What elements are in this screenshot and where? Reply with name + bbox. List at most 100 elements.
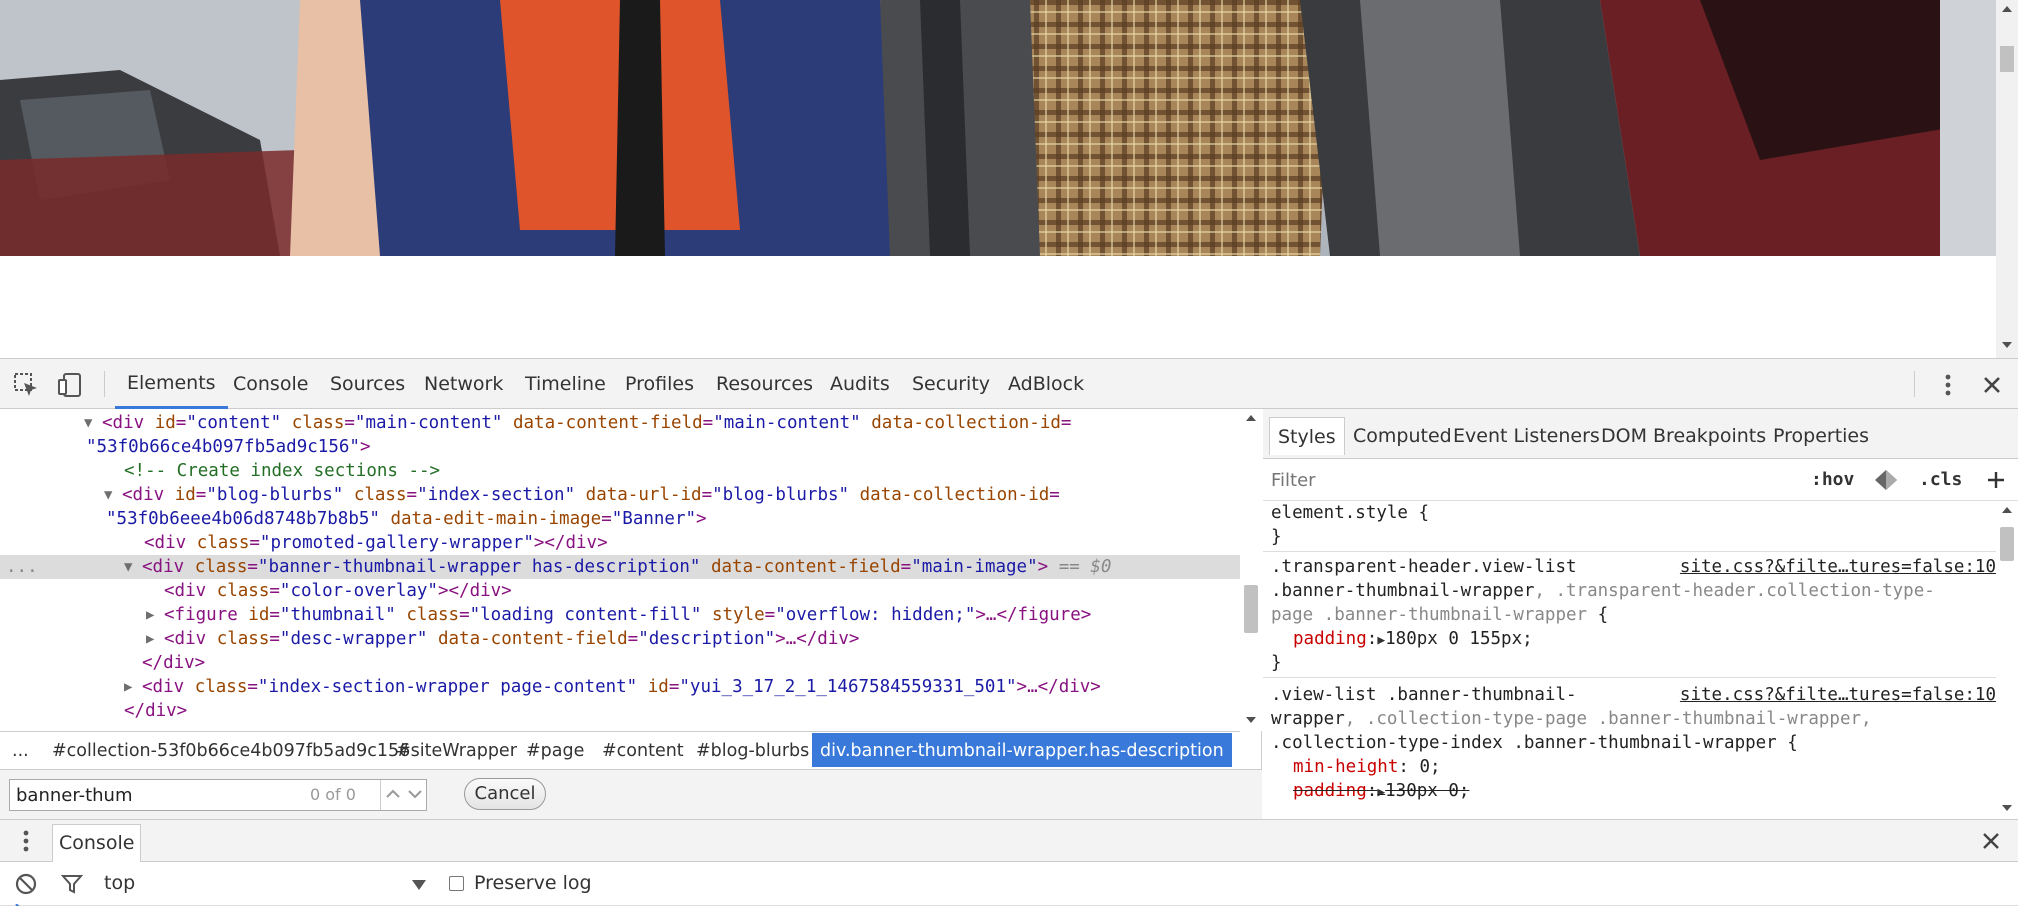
- property-value[interactable]: 130px 0;: [1385, 781, 1469, 801]
- filter-icon[interactable]: [60, 872, 84, 896]
- dom-close-div[interactable]: </div>: [142, 651, 205, 675]
- rule-selector[interactable]: element.style {: [1271, 501, 1429, 525]
- dropdown-arrow-icon[interactable]: [412, 880, 426, 890]
- tab-dom-breakpoints[interactable]: DOM Breakpoints: [1593, 417, 1774, 455]
- tab-resources[interactable]: Resources: [704, 359, 825, 409]
- color-format-icon[interactable]: [1873, 469, 1899, 491]
- tab-styles[interactable]: Styles: [1269, 417, 1345, 455]
- dom-node-index-section-wrapper[interactable]: ▶ <div class="index-section-wrapper page-…: [124, 675, 1101, 699]
- clear-console-icon[interactable]: [14, 872, 38, 896]
- tab-profiles[interactable]: Profiles: [613, 359, 706, 409]
- expand-triangle-icon[interactable]: ▶: [146, 603, 154, 627]
- tag: <div: [164, 629, 217, 649]
- tab-audits[interactable]: Audits: [818, 359, 902, 409]
- property-name[interactable]: padding: [1293, 781, 1367, 801]
- dom-close-div[interactable]: </div>: [124, 699, 187, 723]
- search-input[interactable]: [16, 782, 306, 808]
- expand-shorthand-icon[interactable]: ▶: [1377, 785, 1385, 800]
- dom-node-content[interactable]: ▼ <div id="content" class="main-content" …: [84, 411, 1071, 435]
- dom-node-desc-wrapper[interactable]: ▶ <div class="desc-wrapper" data-content-…: [146, 627, 859, 651]
- tab-timeline[interactable]: Timeline: [513, 359, 618, 409]
- property-value[interactable]: 0;: [1419, 757, 1440, 777]
- inspect-element-icon[interactable]: [12, 371, 40, 399]
- next-match-icon[interactable]: [407, 786, 423, 802]
- dom-node-banner-thumbnail-wrapper[interactable]: ... ▼ <div class="banner-thumbnail-wrapper…: [0, 555, 1240, 579]
- dom-tree-scrollbar[interactable]: [1240, 409, 1262, 731]
- css-property[interactable]: padding:▶180px 0 155px;: [1293, 627, 1533, 651]
- styles-scrollbar[interactable]: [1996, 501, 2018, 819]
- hover-state-toggle[interactable]: :hov: [1811, 469, 1854, 490]
- scrollbar-thumb[interactable]: [1244, 585, 1258, 633]
- rule-source-link[interactable]: site.css?&filte…tures=false:10: [1680, 683, 1996, 707]
- tab-sources[interactable]: Sources: [318, 359, 417, 409]
- rule-source-link[interactable]: site.css?&filte…tures=false:10: [1680, 555, 1996, 579]
- breadcrumb-item[interactable]: #content: [594, 733, 692, 767]
- more-options-icon[interactable]: [1934, 371, 1962, 399]
- scroll-up-icon[interactable]: [1246, 415, 1256, 421]
- dom-tree[interactable]: ▼ <div id="content" class="main-content" …: [0, 409, 1240, 731]
- expand-triangle-icon[interactable]: ▶: [124, 675, 132, 699]
- tab-security[interactable]: Security: [900, 359, 1002, 409]
- styles-filter-input[interactable]: [1271, 467, 1671, 493]
- dom-node-promoted-gallery[interactable]: <div class="promoted-gallery-wrapper"></…: [144, 531, 608, 555]
- tab-properties[interactable]: Properties: [1765, 417, 1877, 455]
- breadcrumb-item[interactable]: #blog-blurbs: [688, 733, 817, 767]
- drawer-tab-console[interactable]: Console: [52, 824, 142, 862]
- dom-node-color-overlay[interactable]: <div class="color-overlay"></div>: [164, 579, 512, 603]
- property-name[interactable]: padding: [1293, 629, 1367, 649]
- expand-shorthand-icon[interactable]: ▶: [1377, 633, 1385, 648]
- add-rule-icon[interactable]: [1985, 469, 2007, 491]
- css-property[interactable]: min-height: 0;: [1293, 755, 1441, 779]
- expand-triangle-icon[interactable]: ▶: [146, 627, 154, 651]
- rule-selector[interactable]: page .banner-thumbnail-wrapper {: [1271, 603, 1608, 627]
- rule-selector[interactable]: .transparent-header.view-list: [1271, 555, 1577, 579]
- css-property-overridden[interactable]: padding:▶130px 0;: [1293, 779, 1469, 803]
- collapse-triangle-icon[interactable]: ▼: [124, 555, 132, 579]
- rule-selector[interactable]: .view-list .banner-thumbnail-: [1271, 683, 1577, 707]
- sidebar-tabs: Styles Computed Event Listeners DOM Brea…: [1263, 409, 2018, 459]
- previous-match-icon[interactable]: [385, 786, 401, 802]
- scroll-down-icon[interactable]: [2002, 342, 2012, 348]
- close-devtools-icon[interactable]: [1978, 371, 2006, 399]
- cancel-search-button[interactable]: Cancel: [464, 778, 546, 810]
- close-drawer-icon[interactable]: [1978, 828, 2004, 854]
- context-selector[interactable]: top: [104, 872, 135, 894]
- property-name[interactable]: min-height: [1293, 757, 1398, 777]
- breadcrumb-more[interactable]: ...: [4, 733, 37, 767]
- breadcrumb-item-selected[interactable]: div.banner-thumbnail-wrapper.has-descrip…: [812, 733, 1232, 767]
- breadcrumb-item[interactable]: #siteWrapper: [388, 733, 525, 767]
- rule-selector[interactable]: .banner-thumbnail-wrapper, .transparent-…: [1271, 579, 1935, 603]
- tab-adblock[interactable]: AdBlock: [996, 359, 1096, 409]
- scrollbar-thumb[interactable]: [2000, 46, 2014, 72]
- drawer-menu-icon[interactable]: [14, 828, 38, 854]
- tag: <figure: [164, 605, 249, 625]
- collapse-triangle-icon[interactable]: ▼: [84, 411, 92, 435]
- node-menu-icon[interactable]: ...: [6, 555, 38, 579]
- property-value[interactable]: 180px 0 155px;: [1385, 629, 1533, 649]
- scrollbar-thumb[interactable]: [2000, 527, 2014, 561]
- device-mode-icon[interactable]: [56, 371, 84, 399]
- tab-computed[interactable]: Computed: [1345, 417, 1460, 455]
- scroll-up-icon[interactable]: [2002, 6, 2012, 12]
- tab-console[interactable]: Console: [221, 359, 320, 409]
- dom-node-thumbnail-figure[interactable]: ▶ <figure id="thumbnail" class="loading c…: [146, 603, 1091, 627]
- value: "blog-blurbs": [712, 485, 850, 505]
- tab-elements[interactable]: Elements: [115, 359, 228, 409]
- tab-network[interactable]: Network: [412, 359, 515, 409]
- class-toggle[interactable]: .cls: [1919, 469, 1962, 490]
- breadcrumb-item[interactable]: #page: [518, 733, 592, 767]
- value: "desc-wrapper": [279, 629, 428, 649]
- scroll-down-icon[interactable]: [2002, 805, 2012, 811]
- preserve-log-checkbox[interactable]: [449, 876, 464, 891]
- rule-selector[interactable]: .collection-type-index .banner-thumbnail…: [1271, 731, 1798, 755]
- tab-event-listeners[interactable]: Event Listeners: [1445, 417, 1608, 455]
- rule-selector[interactable]: wrapper, .collection-type-page .banner-t…: [1271, 707, 1872, 731]
- dom-comment[interactable]: <!-- Create index sections -->: [124, 459, 440, 483]
- scroll-up-icon[interactable]: [2002, 507, 2012, 513]
- page-scrollbar[interactable]: [1996, 0, 2018, 358]
- search-match-count: 0 of 0: [310, 785, 356, 804]
- scroll-down-icon[interactable]: [1246, 717, 1256, 723]
- breadcrumb-item[interactable]: #collection-53f0b66ce4b097fb5ad9c156: [44, 733, 418, 767]
- collapse-triangle-icon[interactable]: ▼: [104, 483, 112, 507]
- dom-node-blog-blurbs[interactable]: ▼ <div id="blog-blurbs" class="index-sect…: [104, 483, 1060, 507]
